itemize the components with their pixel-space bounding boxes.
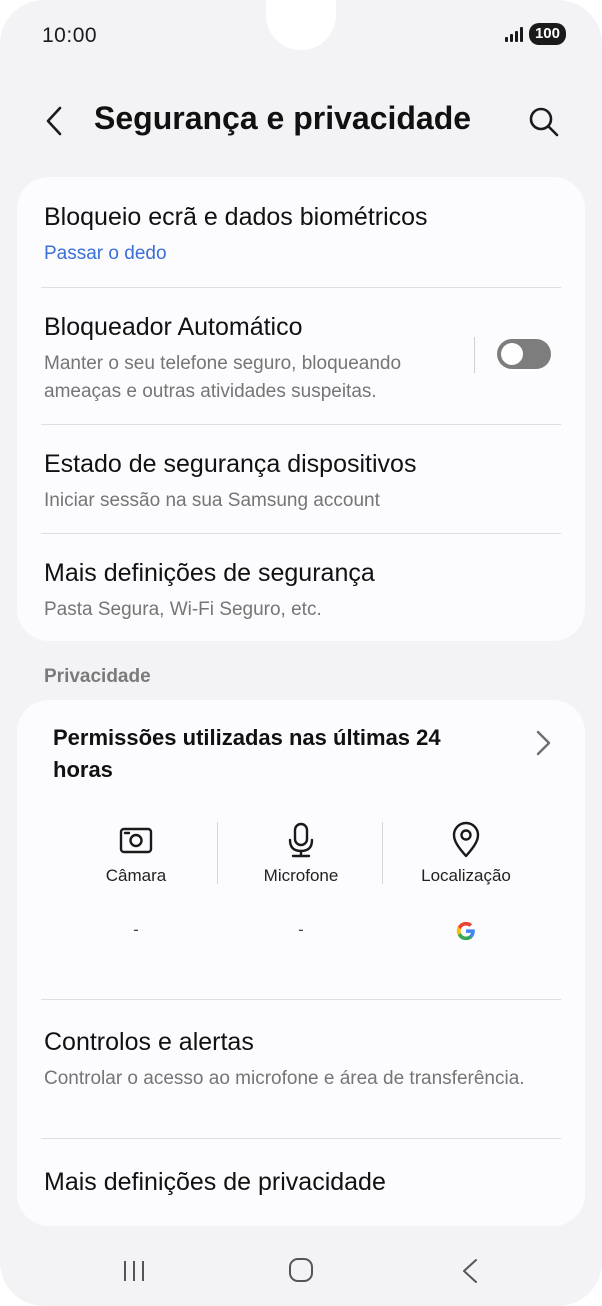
divider [41, 533, 561, 534]
auto-blocker-title: Bloqueador Automático [44, 313, 303, 341]
auto-blocker-subtitle: Manter o seu telefone seguro, bloqueando… [44, 353, 402, 402]
controls-alerts-title: Controlos e alertas [44, 1028, 254, 1056]
camera-icon [119, 827, 153, 854]
permissions-title: Permissões utilizadas nas últimas 24 hor… [53, 725, 441, 782]
location-label: Localização [421, 866, 511, 885]
more-security-settings-subtitle: Pasta Segura, Wi-Fi Seguro, etc. [44, 599, 322, 620]
app-header: Segurança e privacidade [0, 90, 602, 150]
signal-icon [504, 26, 523, 42]
divider [41, 424, 561, 425]
toggle-separator [474, 337, 475, 373]
screen-lock-title: Bloqueio ecrã e dados biométricos [44, 203, 428, 231]
column-separator [382, 822, 383, 884]
more-privacy-settings-item[interactable]: Mais definições de privacidade [44, 1168, 558, 1197]
privacy-card: Permissões utilizadas nas últimas 24 hor… [17, 700, 585, 1226]
more-security-settings-title: Mais definições de segurança [44, 559, 375, 587]
toggle-knob [501, 343, 523, 365]
status-icons: 100 [504, 23, 566, 45]
microphone-permission[interactable]: Microfone - [221, 820, 381, 944]
screen-lock-item[interactable]: Bloqueio ecrã e dados biométricos Passar… [44, 203, 558, 268]
camera-label: Câmara [105, 866, 167, 885]
microphone-icon [288, 822, 314, 858]
location-value [386, 920, 546, 944]
auto-blocker-toggle[interactable] [497, 339, 551, 369]
column-separator [217, 822, 218, 884]
more-security-settings-item[interactable]: Mais definições de segurança Pasta Segur… [44, 559, 558, 624]
device-security-status-item[interactable]: Estado de segurança dispositivos Iniciar… [44, 450, 558, 515]
recent-apps-icon[interactable] [120, 1258, 148, 1284]
more-privacy-settings-title: Mais definições de privacidade [44, 1168, 386, 1196]
controls-alerts-subtitle: Controlar o acesso ao microfone e área d… [44, 1068, 525, 1089]
device-security-status-subtitle: Iniciar sessão na sua Samsung account [44, 490, 380, 511]
divider [41, 287, 561, 288]
battery-indicator: 100 [528, 23, 566, 45]
auto-blocker-item[interactable]: Bloqueador Automático Manter o seu telef… [44, 313, 435, 406]
microphone-label: Microfone [263, 866, 339, 885]
camera-notch [266, 0, 336, 50]
google-logo-icon [456, 921, 475, 941]
location-icon [452, 821, 480, 858]
back-arrow-icon[interactable] [38, 104, 72, 138]
page-title: Segurança e privacidade [94, 100, 472, 136]
camera-permission[interactable]: Câmara - [56, 820, 216, 944]
divider [41, 999, 561, 1000]
camera-value: - [133, 920, 139, 939]
nav-back-icon[interactable] [458, 1256, 482, 1286]
microphone-value: - [298, 920, 304, 939]
phone-screen: 10:00 100 Segurança e privacidade Bloque… [0, 0, 602, 1306]
privacy-section-label: Privacidade [44, 666, 151, 687]
device-security-status-title: Estado de segurança dispositivos [44, 450, 417, 478]
security-card: Bloqueio ecrã e dados biométricos Passar… [17, 177, 585, 641]
location-permission[interactable]: Localização [386, 820, 546, 944]
home-icon[interactable] [287, 1256, 315, 1284]
chevron-right-icon [536, 730, 551, 756]
controls-alerts-item[interactable]: Controlos e alertas Controlar o acesso a… [44, 1028, 558, 1093]
screen-lock-subtitle: Passar o dedo [44, 243, 167, 264]
divider [41, 1138, 561, 1139]
navigation-bar [0, 1240, 602, 1300]
search-icon[interactable] [526, 104, 562, 140]
status-time: 10:00 [42, 24, 98, 47]
permissions-last-24h-item[interactable]: Permissões utilizadas nas últimas 24 hor… [17, 700, 585, 800]
